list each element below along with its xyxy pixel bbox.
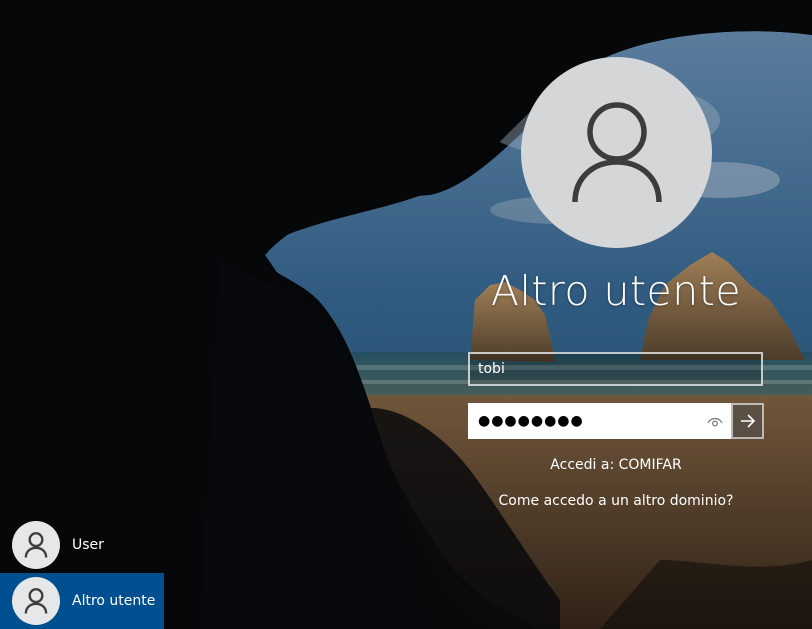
password-input[interactable]: ●●●●●●●● (468, 403, 731, 439)
user-mini-avatar (12, 521, 60, 569)
password-row: ●●●●●●●● (468, 403, 764, 439)
user-list-item-label: Altro utente (72, 593, 156, 609)
other-domain-link[interactable]: Come accedo a un altro dominio? (470, 493, 762, 509)
arrow-right-icon (740, 414, 755, 428)
user-name-title: Altro utente (490, 267, 742, 315)
password-mask: ●●●●●●●● (478, 413, 584, 429)
user-silhouette-icon (571, 101, 662, 202)
user-list-item-user[interactable]: User (0, 517, 164, 573)
user-mini-avatar (12, 577, 60, 625)
user-list-item-altro-utente[interactable]: Altro utente (0, 573, 164, 629)
user-switcher-list: User Altro utente (0, 517, 164, 629)
user-avatar (521, 57, 712, 248)
user-silhouette-icon (24, 532, 48, 558)
user-silhouette-icon (24, 588, 48, 614)
sign-in-domain: Accedi a: COMIFAR (550, 457, 682, 473)
eye-icon[interactable] (707, 415, 723, 429)
lock-screen: Altro utente tobi ●●●●●●●● Accedi a: COM… (0, 0, 812, 629)
user-list-item-label: User (72, 537, 104, 553)
username-input[interactable]: tobi (468, 352, 763, 386)
submit-button[interactable] (731, 403, 764, 439)
